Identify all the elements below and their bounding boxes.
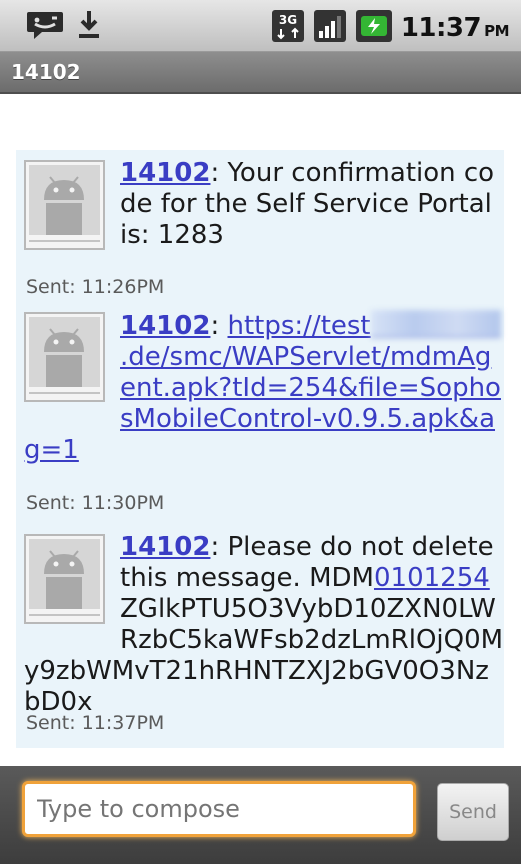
signal-icon [313,9,347,47]
sent-timestamp: Sent: 11:37PM [26,712,165,734]
message-body: 14102: Please do not delete this message… [24,532,504,717]
3g-icon: 3G [271,9,305,47]
status-bar: 3G 11:37 PM [0,0,521,52]
download-icon [76,8,102,46]
sender-link[interactable]: 14102 [120,158,210,188]
conversation-title: 14102 [11,60,81,84]
title-bar: 14102 [0,52,521,94]
compose-input[interactable] [22,781,416,837]
message-list[interactable]: 14102: Your confirmation code for the Se… [16,150,504,748]
phone-number-link[interactable]: 0101254 [374,563,490,593]
message-item[interactable]: 14102: Your confirmation code for the Se… [16,158,504,298]
battery-charging-icon [355,9,393,47]
sent-timestamp: Sent: 11:26PM [26,276,165,298]
message-item[interactable]: 14102: Please do not delete this message… [16,532,504,734]
sender-link[interactable]: 14102 [120,532,210,562]
sms-notification-icon [26,8,64,46]
send-button[interactable]: Send [437,783,509,841]
compose-bar: Send [0,766,521,864]
message-item[interactable]: 14102: https://test.de/smc/WAPServlet/md… [16,310,504,514]
svg-text:3G: 3G [279,13,297,27]
message-body: 14102: Your confirmation code for the Se… [120,158,495,250]
sent-timestamp: Sent: 11:30PM [26,492,165,514]
clock: 11:37 PM [400,13,510,43]
sender-link[interactable]: 14102 [120,311,210,341]
message-body: 14102: https://test.de/smc/WAPServlet/md… [24,310,501,465]
redacted-text [370,310,501,338]
